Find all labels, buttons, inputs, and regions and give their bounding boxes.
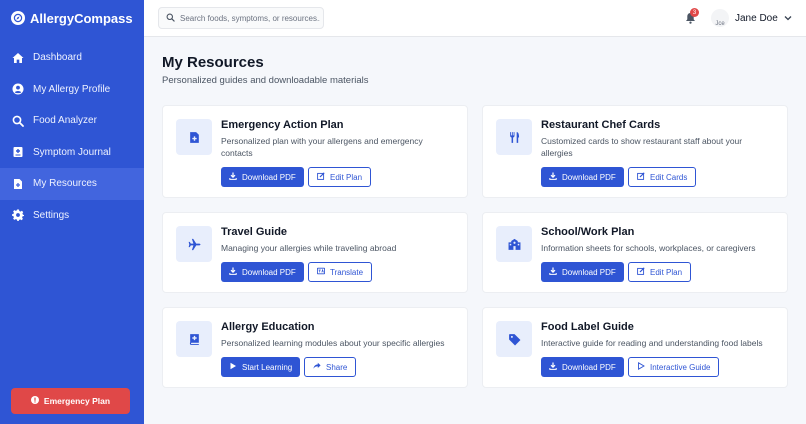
language-icon <box>316 267 326 277</box>
sidebar-item-my-resources[interactable]: My Resources <box>0 168 144 200</box>
sidebar-item-symptom-journal[interactable]: Symptom Journal <box>0 137 144 169</box>
alert-icon <box>30 396 39 406</box>
card-description: Personalized learning modules about your… <box>221 338 445 348</box>
notification-badge: 3 <box>690 8 699 17</box>
page-subtitle: Personalized guides and downloadable mat… <box>162 75 369 86</box>
sidebar-nav: Dashboard My Allergy Profile Food Analyz… <box>0 42 144 231</box>
emergency-plan-button[interactable]: Emergency Plan <box>11 388 130 414</box>
card-title: School/Work Plan <box>541 226 635 238</box>
journal-icon <box>11 146 24 159</box>
card-description: Interactive guide for reading and unders… <box>541 338 763 348</box>
book-icon <box>176 321 212 357</box>
edit-icon <box>317 172 325 182</box>
chevron-down-icon <box>784 9 792 27</box>
sidebar-item-label: Settings <box>33 209 70 221</box>
gear-icon <box>11 209 24 222</box>
interactive-guide-button[interactable]: Interactive Guide <box>628 357 720 377</box>
avatar: Jce <box>711 9 729 27</box>
download-pdf-button[interactable]: Download PDF <box>221 262 304 282</box>
share-icon <box>313 362 321 372</box>
edit-plan-button[interactable]: Edit Plan <box>308 167 372 187</box>
sidebar: AllergyCompass Dashboard My Allergy Prof… <box>0 0 144 424</box>
user-menu[interactable]: Jce Jane Doe <box>711 8 792 28</box>
download-pdf-button[interactable]: Download PDF <box>541 357 624 377</box>
download-icon <box>549 362 557 372</box>
search-input[interactable] <box>180 13 320 23</box>
app-logo[interactable]: AllergyCompass <box>0 0 144 36</box>
play-icon <box>637 362 645 372</box>
card-title: Allergy Education <box>221 321 315 333</box>
sidebar-item-label: My Allergy Profile <box>33 83 111 95</box>
card-title: Emergency Action Plan <box>221 119 344 131</box>
app-name: AllergyCompass <box>30 10 133 26</box>
resource-card-emergency-action-plan: Emergency Action Plan Personalized plan … <box>162 105 468 198</box>
edit-icon <box>637 172 645 182</box>
school-icon <box>496 226 532 262</box>
sidebar-item-food-analyzer[interactable]: Food Analyzer <box>0 105 144 137</box>
resource-card-restaurant-chef-cards: Restaurant Chef Cards Customized cards t… <box>482 105 788 198</box>
home-icon <box>11 51 24 64</box>
download-icon <box>549 267 557 277</box>
sidebar-item-label: Symptom Journal <box>33 146 111 158</box>
compass-icon <box>11 11 25 25</box>
search-icon <box>11 114 24 127</box>
top-bar: 3 Jce Jane Doe <box>144 0 806 37</box>
resource-card-travel-guide: Travel Guide Managing your allergies whi… <box>162 212 468 293</box>
user-name: Jane Doe <box>735 12 778 24</box>
download-icon <box>229 267 237 277</box>
start-learning-button[interactable]: Start Learning <box>221 357 301 377</box>
search-bar[interactable] <box>158 7 324 29</box>
card-description: Personalized plan with your allergens an… <box>221 136 423 158</box>
plane-icon <box>176 226 212 262</box>
sidebar-item-label: Food Analyzer <box>33 115 97 127</box>
resource-card-allergy-education: Allergy Education Personalized learning … <box>162 307 468 388</box>
card-title: Food Label Guide <box>541 321 634 333</box>
medical-file-icon <box>176 119 212 155</box>
resource-card-food-label-guide: Food Label Guide Interactive guide for r… <box>482 307 788 388</box>
emergency-plan-label: Emergency Plan <box>43 396 111 406</box>
download-pdf-button[interactable]: Download PDF <box>541 167 624 187</box>
page-title: My Resources <box>162 54 264 71</box>
card-description: Information sheets for schools, workplac… <box>541 243 756 253</box>
edit-icon <box>637 267 645 277</box>
notifications-button[interactable]: 3 <box>685 8 699 25</box>
card-title: Travel Guide <box>221 226 288 238</box>
resource-card-school-work-plan: School/Work Plan Information sheets for … <box>482 212 788 293</box>
sidebar-item-label: My Resources <box>33 178 97 190</box>
search-icon <box>166 9 175 27</box>
card-title: Restaurant Chef Cards <box>541 119 661 131</box>
download-pdf-button[interactable]: Download PDF <box>221 167 304 187</box>
file-icon <box>11 177 24 190</box>
play-icon <box>229 362 237 372</box>
card-description: Customized cards to show restaurant staf… <box>541 136 743 158</box>
sidebar-item-allergy-profile[interactable]: My Allergy Profile <box>0 74 144 106</box>
sidebar-item-label: Dashboard <box>33 52 82 64</box>
tag-icon <box>496 321 532 357</box>
edit-plan-button[interactable]: Edit Plan <box>628 262 692 282</box>
user-circle-icon <box>11 83 24 96</box>
download-icon <box>549 172 557 182</box>
share-button[interactable]: Share <box>304 357 357 377</box>
download-icon <box>229 172 237 182</box>
sidebar-item-settings[interactable]: Settings <box>0 200 144 232</box>
sidebar-item-dashboard[interactable]: Dashboard <box>0 42 144 74</box>
translate-button[interactable]: Translate <box>308 262 373 282</box>
card-description: Managing your allergies while traveling … <box>221 243 397 253</box>
utensils-icon <box>496 119 532 155</box>
edit-cards-button[interactable]: Edit Cards <box>628 167 697 187</box>
download-pdf-button[interactable]: Download PDF <box>541 262 624 282</box>
